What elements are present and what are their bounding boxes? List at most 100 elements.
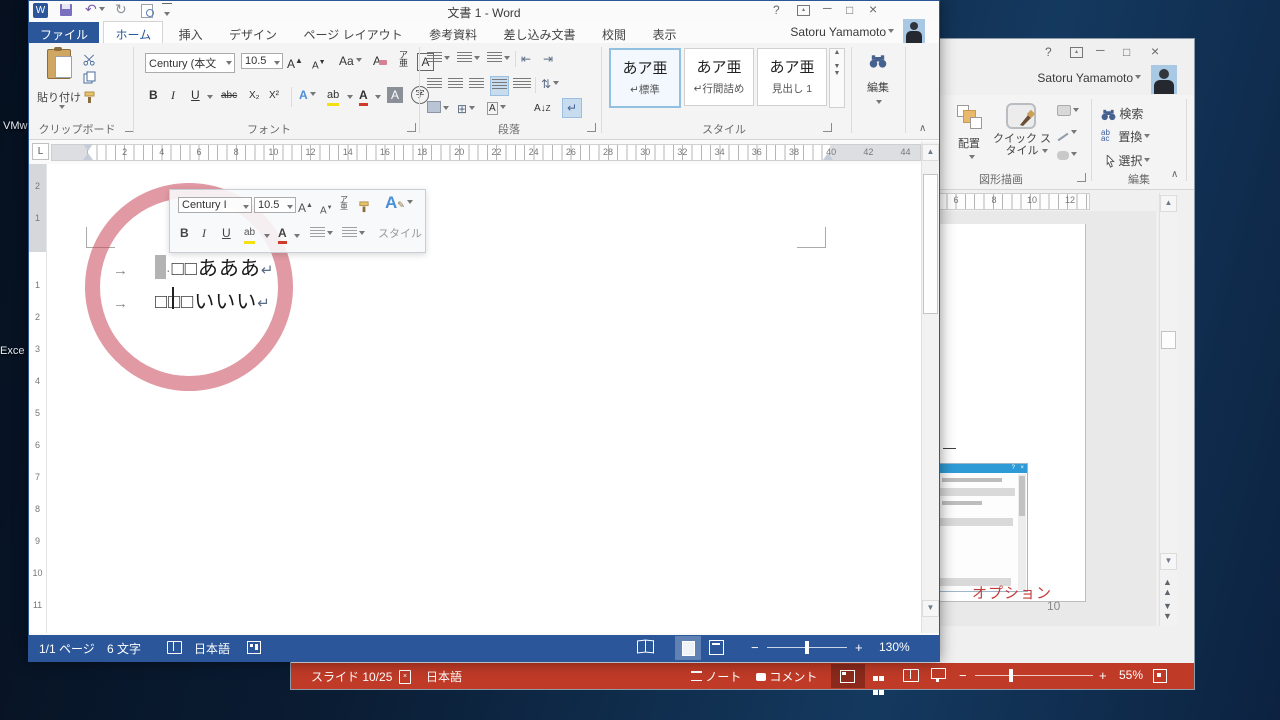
word-count[interactable]: 6 文字 (107, 640, 141, 657)
word-vertical-scrollbar[interactable]: ▲ ▼ (921, 142, 939, 633)
mini-numbering-button[interactable] (342, 226, 365, 242)
ppt-vertical-scrollbar[interactable]: ▲ ▼ ▲▲ ▼▼ (1159, 193, 1177, 626)
ppt-reading-view-button[interactable] (903, 669, 919, 682)
strikethrough-button[interactable]: abc (221, 88, 237, 104)
ppt-account-avatar[interactable] (1151, 65, 1177, 94)
save-button[interactable] (60, 4, 72, 16)
page-indicator[interactable]: 1/1 ページ (39, 640, 95, 657)
ppt-scroll-up-button[interactable]: ▲ (1160, 195, 1177, 212)
ppt-normal-view-button[interactable] (831, 664, 865, 688)
redo-button[interactable]: ↻ (115, 1, 127, 18)
ppt-scroll-down-button[interactable]: ▼ (1160, 553, 1177, 570)
justify-button[interactable] (490, 76, 509, 96)
bullets-button[interactable] (427, 51, 450, 67)
editing-button[interactable]: 編集 (857, 53, 899, 113)
word-zoom-slider-thumb[interactable] (805, 641, 809, 654)
ppt-find-button[interactable]: 検索 (1101, 105, 1143, 122)
character-shading-button[interactable]: A (387, 87, 403, 103)
ppt-fit-to-window-button[interactable] (1153, 669, 1167, 683)
ppt-shape-fill-button[interactable] (1057, 103, 1079, 121)
word-close-button[interactable]: × (869, 1, 877, 17)
paragraph-dialog-launcher[interactable] (587, 123, 596, 132)
styles-gallery-scroll[interactable]: ▲▼▼ (829, 48, 845, 108)
word-account-avatar[interactable] (903, 19, 925, 43)
multilevel-list-button[interactable] (487, 51, 510, 67)
ppt-language-status[interactable]: 日本語 (426, 668, 462, 685)
styles-dialog-launcher[interactable] (823, 123, 832, 132)
right-indent-marker[interactable] (823, 153, 833, 160)
word-ribbon-display-options-button[interactable]: ▴ (797, 5, 810, 16)
mini-grow-font-button[interactable]: A▲ (298, 198, 313, 216)
sort-button[interactable]: A↓Z (534, 101, 551, 117)
ppt-horizontal-ruler[interactable]: 681012 (936, 193, 1090, 210)
mini-ruby-button[interactable]: ア亜 (340, 196, 348, 210)
numbering-button[interactable] (457, 51, 480, 67)
desktop-icon-vmware[interactable]: VMw (3, 120, 27, 132)
word-zoom-out-button[interactable]: − (751, 640, 759, 655)
shading-button[interactable] (427, 101, 449, 117)
undo-button[interactable]: ↶ (85, 1, 105, 18)
bold-button[interactable]: B (149, 87, 158, 103)
format-painter-button[interactable] (83, 89, 96, 107)
mini-font-name-combobox[interactable]: Century I (178, 197, 252, 213)
text-effects-button[interactable]: A (299, 87, 316, 103)
style-heading1[interactable]: あア亜 見出し 1 (757, 48, 827, 106)
vertical-ruler[interactable]: 21 1234567891011 (29, 164, 47, 633)
ppt-next-slide-button[interactable]: ▼▼ (1163, 601, 1172, 621)
web-layout-button[interactable] (709, 640, 724, 655)
clear-formatting-button[interactable]: A (373, 53, 387, 69)
ppt-slide[interactable]: — ? × オプション (939, 224, 1086, 602)
print-preview-button[interactable] (141, 4, 153, 18)
word-minimize-button[interactable]: ─ (823, 1, 832, 15)
cut-button[interactable] (83, 51, 96, 69)
word-maximize-button[interactable]: □ (846, 3, 853, 17)
shrink-font-button[interactable]: A▼ (312, 55, 326, 74)
mini-styles-label[interactable]: スタイル (378, 226, 422, 242)
change-case-button[interactable]: Aa (339, 53, 362, 69)
mini-shrink-font-button[interactable]: A▼ (320, 200, 333, 219)
ppt-minimize-button[interactable]: ─ (1096, 43, 1105, 57)
ppt-arrange-button[interactable]: 配置 (949, 101, 989, 181)
tab-selector[interactable]: L (32, 143, 49, 160)
ppt-select-button[interactable]: 選択 (1105, 152, 1150, 169)
decrease-indent-button[interactable]: ⇤ (521, 51, 531, 67)
ppt-zoom-slider-thumb[interactable] (1009, 669, 1013, 682)
font-dialog-launcher[interactable] (407, 123, 416, 132)
ppt-comments-button[interactable]: コメント (756, 668, 817, 685)
font-size-combobox[interactable]: 10.5 (241, 53, 283, 69)
ppt-maximize-button[interactable]: □ (1123, 45, 1130, 59)
horizontal-ruler[interactable]: 2468101214161820222426283032343638404244 (51, 144, 921, 161)
ppt-spellcheck-icon[interactable]: × (399, 670, 411, 684)
ppt-slide-sorter-button[interactable] (873, 670, 884, 698)
distribute-button[interactable] (513, 77, 531, 93)
mini-font-color-button[interactable]: A (278, 225, 287, 244)
word-scroll-down-button[interactable]: ▼ (922, 600, 939, 617)
mini-highlight-button[interactable]: ab (244, 225, 255, 244)
underline-button[interactable]: U (191, 87, 200, 103)
word-language-status[interactable]: 日本語 (194, 640, 230, 657)
word-account-name[interactable]: Satoru Yamamoto (764, 25, 894, 39)
ppt-drawing-dialog-launcher[interactable] (1077, 173, 1086, 182)
ppt-slide-counter[interactable]: スライド 10/25 (311, 668, 392, 685)
text-highlight-button[interactable]: ab (327, 87, 339, 106)
ruby-button[interactable]: ア亜 (399, 51, 408, 67)
style-no-spacing[interactable]: あア亜 ↵行間詰め (684, 48, 754, 106)
paste-button[interactable]: 貼り付け (39, 47, 79, 119)
ppt-shape-effects-button[interactable] (1057, 147, 1077, 165)
print-layout-button[interactable] (675, 636, 701, 660)
first-line-indent-marker[interactable] (83, 144, 93, 151)
word-help-button[interactable]: ? (773, 3, 780, 17)
ppt-shape-outline-button[interactable] (1057, 125, 1077, 143)
proofing-icon[interactable] (167, 641, 182, 654)
increase-indent-button[interactable]: ⇥ (543, 51, 553, 67)
ppt-scroll-thumb[interactable] (1161, 331, 1176, 349)
mini-underline-button[interactable]: U (222, 225, 231, 241)
mini-font-size-combobox[interactable]: 10.5 (254, 197, 296, 213)
word-scroll-up-button[interactable]: ▲ (922, 144, 939, 161)
ppt-zoom-level[interactable]: 55% (1119, 668, 1143, 682)
borders-button[interactable]: ⊞ (457, 101, 475, 117)
ppt-collapse-ribbon-button[interactable]: ∧ (1171, 169, 1178, 180)
word-zoom-in-button[interactable]: + (855, 640, 863, 655)
ppt-help-button[interactable]: ? (1045, 45, 1052, 59)
ppt-replace-button[interactable]: abac 置換 (1101, 128, 1150, 145)
